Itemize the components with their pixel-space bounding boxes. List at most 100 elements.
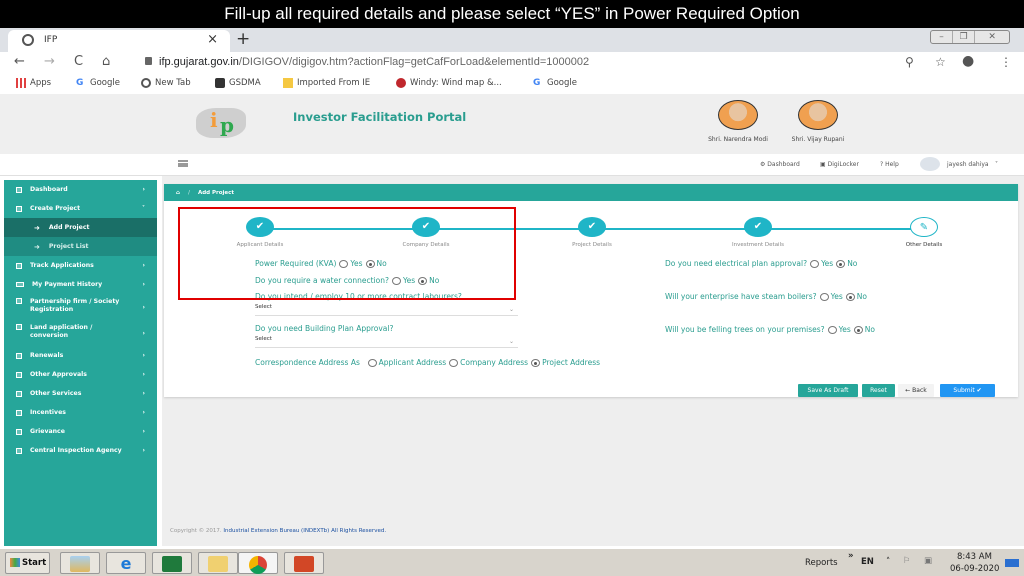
action-center-flag-icon[interactable]: ⚐ bbox=[903, 556, 911, 566]
user-avatar[interactable] bbox=[920, 157, 940, 171]
step-other-details[interactable]: ✎ Other Details bbox=[864, 217, 984, 248]
applicant-address-radio[interactable] bbox=[367, 359, 377, 367]
top-navigation: ⚙ Dashboard ▣ DigiLocker ? Help jayesh d… bbox=[0, 154, 1024, 176]
sidebar-item-other-services[interactable]: Other Services › bbox=[4, 384, 157, 403]
toolbar-overflow-icon[interactable]: » bbox=[848, 551, 854, 561]
steam-boilers-question: Will your enterprise have steam boilers?… bbox=[665, 292, 867, 301]
back-button[interactable]: ← Back bbox=[898, 384, 934, 397]
felling-trees-no-radio[interactable] bbox=[853, 326, 863, 334]
url-field[interactable]: ifp.gujarat.gov.in/DIGIGOV/digigov.htm?a… bbox=[145, 56, 589, 68]
bookmark-new-tab[interactable]: New Tab bbox=[141, 78, 191, 88]
menu-kebab-icon[interactable]: ⋮ bbox=[1000, 55, 1012, 69]
building-plan-select[interactable]: Select ⌄ bbox=[255, 336, 518, 348]
url-path: /DIGIGOV/digigov.htm?actionFlag=getCafFo… bbox=[238, 56, 590, 68]
bookmark-google-2[interactable]: G Google bbox=[533, 78, 577, 88]
chevron-down-icon: ⌄ bbox=[508, 306, 514, 313]
chrome-icon bbox=[249, 556, 267, 574]
sidebar-item-land-application[interactable]: Land application / conversion › bbox=[4, 320, 157, 346]
footer-org-link[interactable]: Industrial Extension Bureau (INDEXTb) Al… bbox=[223, 528, 386, 534]
sidebar-item-dashboard[interactable]: Dashboard › bbox=[4, 180, 157, 199]
home-button[interactable]: ⌂ bbox=[102, 54, 110, 69]
taskbar-explorer-window[interactable] bbox=[60, 552, 100, 574]
sidebar-item-other-approvals[interactable]: Other Approvals › bbox=[4, 365, 157, 384]
nav-dashboard-link[interactable]: ⚙ Dashboard bbox=[760, 161, 800, 168]
clock-date[interactable]: 06-09-2020 bbox=[950, 564, 999, 574]
tab-close-button[interactable]: × bbox=[207, 32, 218, 47]
electrical-plan-no-radio[interactable] bbox=[836, 260, 846, 268]
menu-list-icon bbox=[16, 371, 22, 378]
electrical-plan-yes-radio[interactable] bbox=[810, 260, 820, 268]
bookmark-windy[interactable]: Windy: Wind map &... bbox=[396, 78, 502, 88]
sidebar-item-central-inspection-agency[interactable]: Central Inspection Agency › bbox=[4, 441, 157, 460]
nav-help-link[interactable]: ? Help bbox=[880, 161, 899, 168]
user-dropdown-caret[interactable]: ˅ bbox=[995, 161, 998, 168]
browser-tab[interactable]: IFP × bbox=[8, 30, 230, 52]
felling-trees-yes-radio[interactable] bbox=[827, 326, 837, 334]
step-investment-details[interactable]: ✔ Investment Details bbox=[698, 217, 818, 248]
clock-time[interactable]: 8:43 AM bbox=[957, 552, 992, 562]
taskbar-internet-explorer[interactable]: e bbox=[106, 552, 146, 574]
sidebar-item-incentives[interactable]: Incentives › bbox=[4, 403, 157, 422]
sidebar-item-renewals[interactable]: Renewals › bbox=[4, 346, 157, 365]
back-button[interactable]: ← bbox=[14, 54, 25, 69]
reports-toolbar[interactable]: Reports bbox=[805, 558, 838, 568]
sidebar-item-payment-history[interactable]: My Payment History › bbox=[4, 275, 157, 294]
bookmark-google[interactable]: G Google bbox=[76, 78, 120, 88]
sidebar-item-track-applications[interactable]: Track Applications › bbox=[4, 256, 157, 275]
company-address-radio[interactable] bbox=[449, 359, 459, 367]
bookmark-gsdma[interactable]: GSDMA bbox=[215, 78, 261, 88]
sidebar-subitem-project-list[interactable]: ➜ Project List bbox=[4, 237, 157, 256]
show-hidden-icons[interactable]: ˄ bbox=[886, 557, 890, 567]
chevron-down-icon: ⌄ bbox=[508, 338, 514, 345]
taskbar-file-explorer[interactable] bbox=[198, 552, 238, 574]
step-project-details[interactable]: ✔ Project Details bbox=[532, 217, 652, 248]
nav-digilocker-link[interactable]: ▣ DigiLocker bbox=[820, 161, 859, 168]
reset-button[interactable]: Reset bbox=[862, 384, 895, 397]
sidebar-subitem-add-project[interactable]: ➜ Add Project bbox=[4, 218, 157, 237]
taskbar-powerpoint[interactable] bbox=[284, 552, 324, 574]
sidebar-item-create-project[interactable]: Create Project ˅ bbox=[4, 199, 157, 218]
sidebar-item-grievance[interactable]: Grievance › bbox=[4, 422, 157, 441]
breadcrumb-separator: / bbox=[187, 189, 190, 196]
google-icon: G bbox=[76, 78, 84, 88]
home-icon[interactable]: ⌂ bbox=[176, 190, 180, 196]
menu-list-icon bbox=[16, 262, 22, 269]
leader-card: Shri. Vijay Rupani bbox=[778, 100, 858, 143]
taskbar-excel[interactable] bbox=[152, 552, 192, 574]
start-button[interactable]: Start bbox=[5, 552, 50, 574]
profile-icon[interactable]: ● bbox=[962, 53, 974, 69]
star-icon[interactable]: ☆ bbox=[935, 55, 946, 69]
instruction-caption: Fill-up all required details and please … bbox=[0, 0, 1024, 28]
hamburger-menu-icon[interactable] bbox=[178, 160, 188, 167]
language-indicator[interactable]: EN bbox=[861, 557, 874, 567]
minimize-button[interactable]: – bbox=[931, 31, 954, 43]
bookmark-apps[interactable]: Apps bbox=[16, 78, 51, 88]
ifp-logo[interactable]: i p bbox=[196, 106, 246, 138]
forward-button[interactable]: → bbox=[44, 54, 55, 69]
taskbar-chrome[interactable] bbox=[238, 552, 278, 574]
menu-list-icon bbox=[16, 205, 22, 212]
user-name[interactable]: jayesh dahiya bbox=[947, 161, 989, 168]
steam-boilers-no-radio[interactable] bbox=[845, 293, 855, 301]
chevron-right-icon: › bbox=[142, 371, 145, 378]
new-tab-button[interactable]: + bbox=[236, 29, 250, 49]
bookmark-imported-from-ie[interactable]: Imported From IE bbox=[283, 78, 370, 88]
globe-icon bbox=[22, 34, 34, 46]
contract-labourers-select[interactable]: Select ⌄ bbox=[255, 304, 518, 316]
browser-tab-bar: IFP × + – ❐ ✕ bbox=[0, 28, 1024, 52]
address-bar-row: ← → C ⌂ ifp.gujarat.gov.in/DIGIGOV/digig… bbox=[0, 52, 1024, 73]
steam-boilers-yes-radio[interactable] bbox=[819, 293, 829, 301]
submit-button[interactable]: Submit ✔ bbox=[940, 384, 995, 397]
show-desktop-button[interactable] bbox=[1005, 559, 1019, 567]
reload-button[interactable]: C bbox=[74, 54, 83, 69]
save-as-draft-button[interactable]: Save As Draft bbox=[798, 384, 858, 397]
close-window-button[interactable]: ✕ bbox=[975, 31, 1009, 43]
chevron-right-icon: › bbox=[142, 330, 145, 337]
sidebar-item-partnership-firm[interactable]: Partnership firm / Society Registration › bbox=[4, 294, 157, 320]
windy-icon bbox=[396, 78, 406, 88]
zoom-icon[interactable]: ⚲ bbox=[905, 55, 914, 69]
project-address-radio[interactable] bbox=[531, 359, 541, 367]
restore-button[interactable]: ❐ bbox=[953, 31, 976, 43]
network-icon[interactable]: ▣ bbox=[924, 556, 932, 566]
credit-card-icon bbox=[16, 282, 24, 287]
